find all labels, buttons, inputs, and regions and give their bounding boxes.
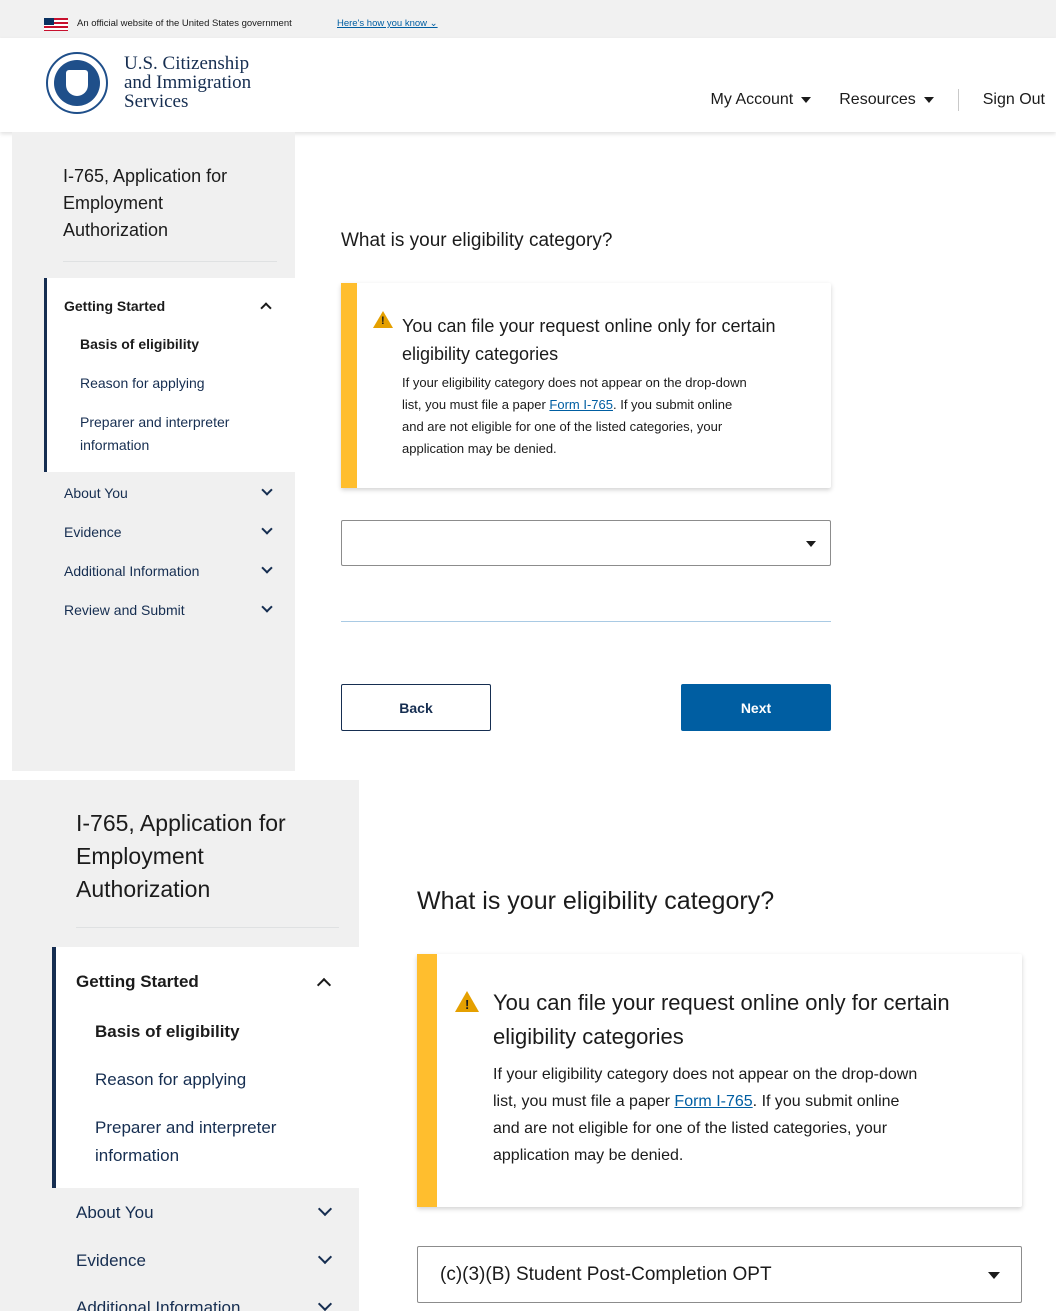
warning-icon: ! — [373, 311, 393, 328]
chevron-down-icon[interactable] — [317, 1201, 333, 1217]
form-sidebar-zoomed: I-765, Application for Employment Author… — [0, 780, 359, 1311]
form-i765-link[interactable]: Form I-765 — [549, 397, 613, 412]
alert-accent-bar — [417, 954, 437, 1207]
sidebar-divider — [63, 261, 277, 262]
sidebar-section-getting-started: Getting Started Basis of eligibility Rea… — [52, 947, 359, 1188]
eligibility-category-select[interactable]: (c)(3)(B) Student Post-Completion OPT — [417, 1246, 1022, 1303]
agency-line-1: U.S. Citizenship — [124, 53, 250, 74]
form-title: I-765, Application for Employment Author… — [76, 810, 286, 902]
gov-banner: An official website of the United States… — [0, 0, 1056, 38]
form-i765-link[interactable]: Form I-765 — [674, 1093, 752, 1110]
active-section-bar — [44, 278, 47, 472]
sidebar-sub-reason-for-applying[interactable]: Reason for applying — [95, 1066, 246, 1094]
agency-line-2: and Immigration — [124, 72, 252, 93]
form-title: I-765, Application for Employment Author… — [63, 166, 228, 240]
caret-down-icon — [806, 541, 816, 547]
warning-icon: ! — [455, 991, 479, 1012]
alert-accent-bar — [341, 283, 357, 488]
selected-eligibility-category: (c)(3)(B) Student Post-Completion OPT — [440, 1264, 772, 1285]
section-divider — [341, 621, 831, 622]
alert-heading: You can file your request online only fo… — [493, 990, 950, 1049]
next-button[interactable]: Next — [681, 684, 831, 731]
agency-logo-text[interactable]: U.S. Citizenship and Immigration Service… — [124, 54, 251, 111]
site-header: U.S. Citizenship and Immigration Service… — [0, 38, 1056, 132]
sidebar-item-about-you[interactable]: About You — [64, 485, 128, 501]
us-flag-icon — [44, 18, 68, 31]
sidebar-item-getting-started[interactable]: Getting Started — [64, 298, 165, 314]
caret-down-icon — [801, 97, 812, 103]
alert-body: If your eligibility category does not ap… — [493, 1066, 918, 1164]
agency-line-3: Services — [124, 91, 189, 112]
back-button[interactable]: Back — [341, 684, 491, 731]
active-section-bar — [52, 947, 56, 1188]
eligibility-category-select[interactable] — [341, 520, 831, 566]
resources-menu[interactable]: Resources — [839, 91, 934, 109]
sidebar-divider — [76, 927, 339, 928]
caret-down-icon — [923, 97, 934, 103]
chevron-up-icon[interactable] — [316, 977, 332, 993]
gov-banner-text: An official website of the United States… — [77, 18, 292, 29]
my-account-menu[interactable]: My Account — [711, 91, 812, 109]
sidebar-item-additional-information[interactable]: Additional Information — [76, 1298, 240, 1311]
sidebar-sub-preparer-interpreter[interactable]: Preparer and interpreter information — [80, 411, 229, 457]
sidebar-item-evidence[interactable]: Evidence — [76, 1251, 146, 1271]
chevron-down-icon[interactable] — [261, 601, 273, 613]
sign-out-link[interactable]: Sign Out — [983, 91, 1045, 109]
chevron-up-icon[interactable] — [260, 302, 272, 314]
page-title: What is your eligibility category? — [341, 230, 613, 251]
sidebar-sub-reason-for-applying[interactable]: Reason for applying — [80, 372, 205, 395]
chevron-down-icon[interactable] — [317, 1296, 333, 1311]
chevron-down-icon[interactable] — [261, 484, 273, 496]
sidebar-item-review-and-submit[interactable]: Review and Submit — [64, 602, 185, 618]
eligibility-warning-alert: ! You can file your request online only … — [341, 283, 831, 488]
sidebar-item-evidence[interactable]: Evidence — [64, 524, 122, 540]
header-nav: My Account Resources Sign Out — [711, 89, 1056, 111]
sidebar-sub-preparer-interpreter[interactable]: Preparer and interpreter information — [95, 1114, 276, 1170]
chevron-down-icon[interactable] — [317, 1249, 333, 1265]
nav-divider — [957, 89, 959, 111]
sidebar-sub-basis-of-eligibility[interactable]: Basis of eligibility — [95, 1018, 240, 1046]
page-title: What is your eligibility category? — [417, 887, 775, 915]
chevron-down-icon[interactable] — [261, 562, 273, 574]
sidebar-section-getting-started: Getting Started Basis of eligibility Rea… — [44, 278, 295, 472]
sidebar-item-additional-information[interactable]: Additional Information — [64, 563, 199, 579]
caret-down-icon — [988, 1272, 1000, 1279]
dhs-seal-icon[interactable] — [46, 52, 108, 114]
sidebar-item-getting-started[interactable]: Getting Started — [76, 972, 199, 992]
sidebar-sub-basis-of-eligibility[interactable]: Basis of eligibility — [80, 333, 199, 356]
chevron-down-icon[interactable] — [261, 523, 273, 535]
alert-body: If your eligibility category does not ap… — [402, 375, 747, 456]
heres-how-you-know-link[interactable]: Here's how you know ⌄ — [337, 18, 438, 29]
sidebar-item-about-you[interactable]: About You — [76, 1203, 154, 1223]
eligibility-warning-alert: ! You can file your request online only … — [417, 954, 1022, 1207]
form-sidebar: I-765, Application for Employment Author… — [12, 132, 295, 771]
alert-heading: You can file your request online only fo… — [402, 316, 776, 364]
